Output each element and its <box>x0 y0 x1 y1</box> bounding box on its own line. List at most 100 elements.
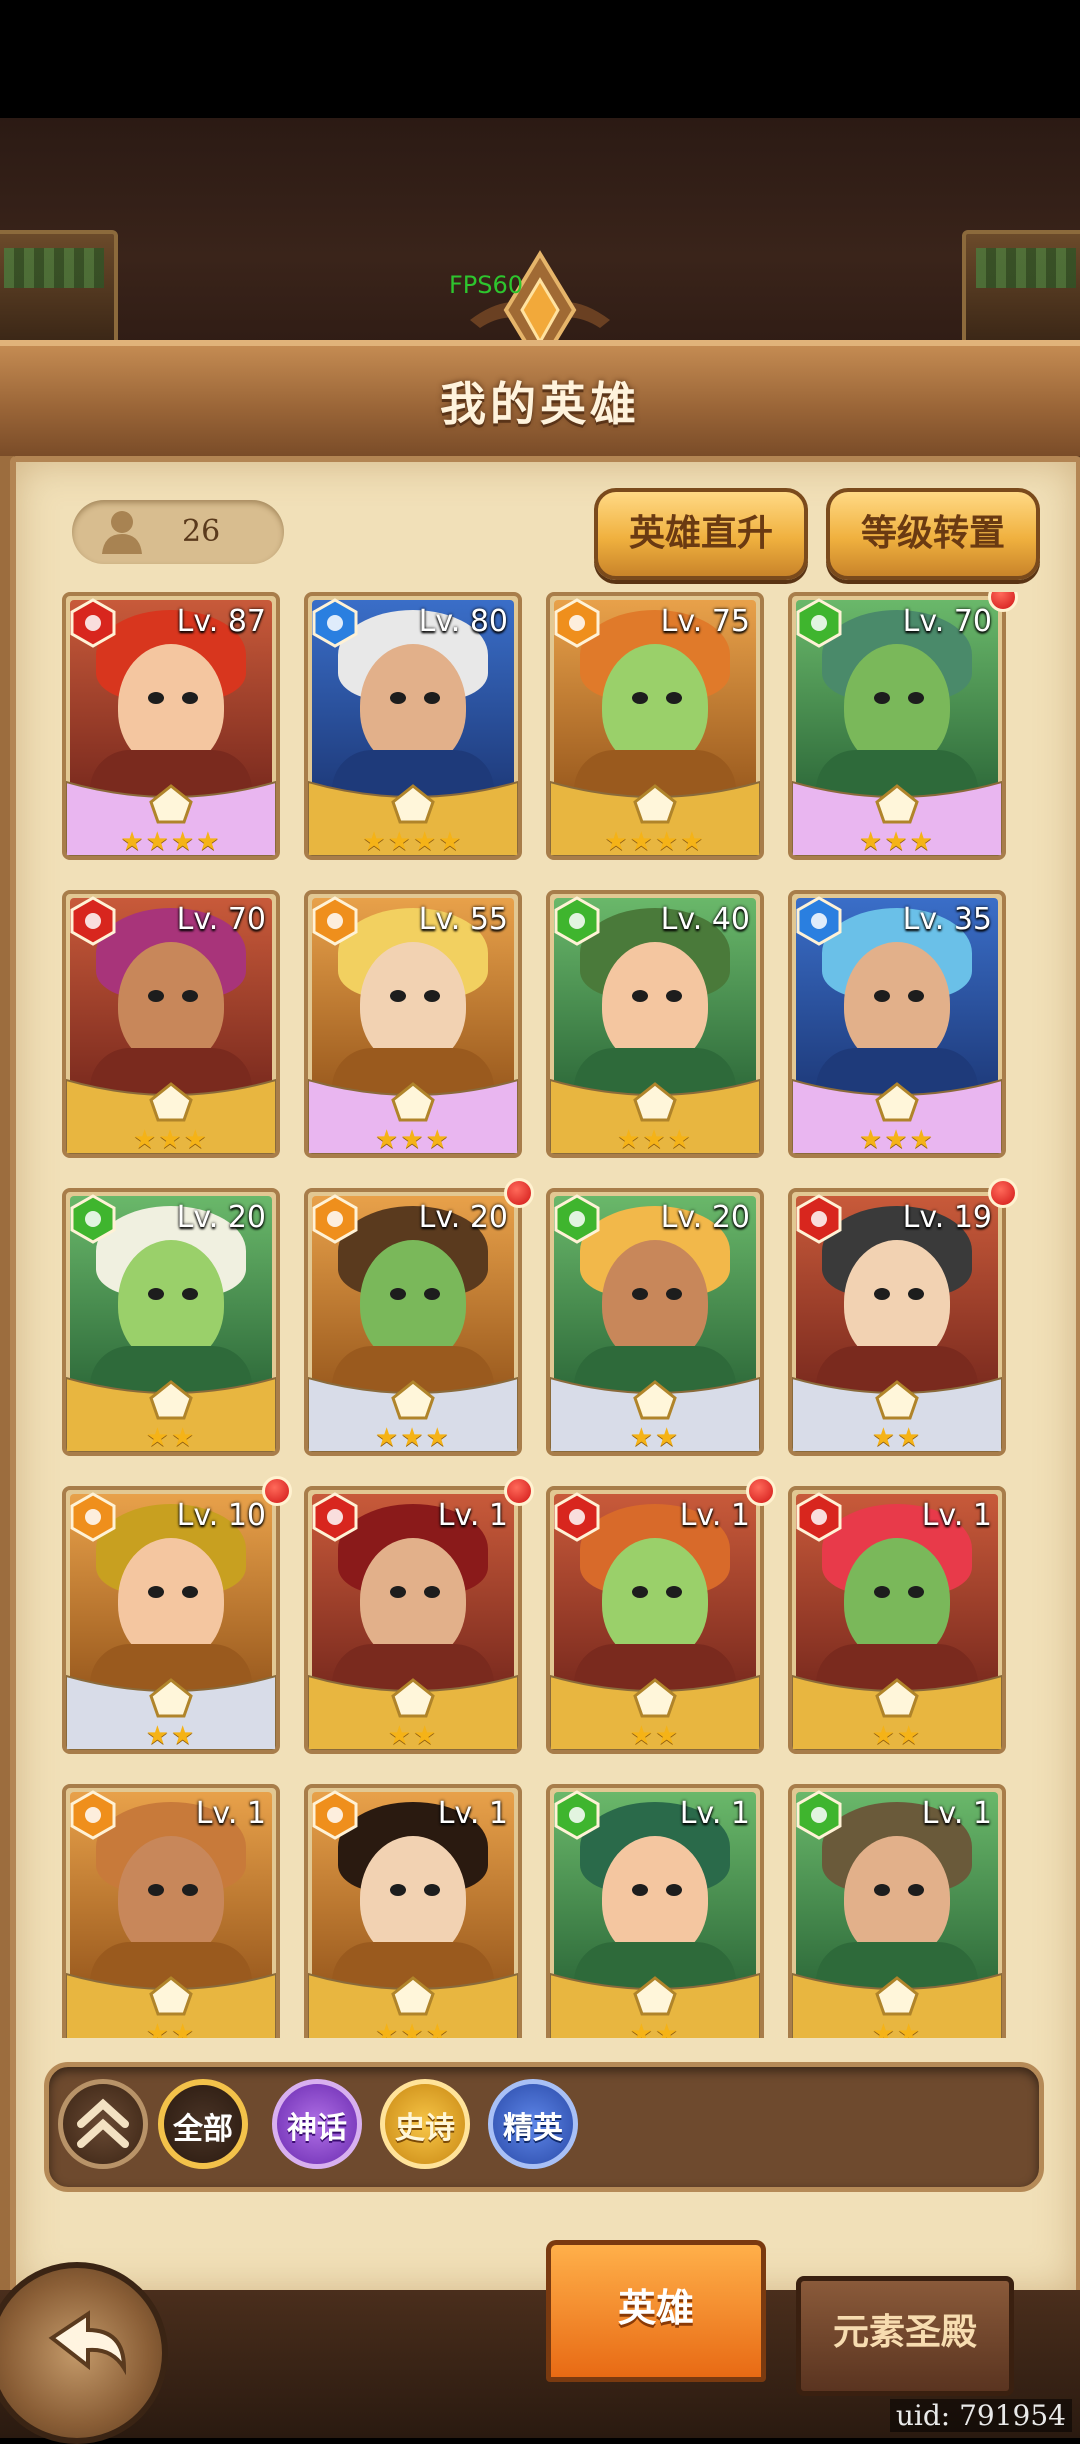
hero-card[interactable]: ★★ Lv. 10 <box>62 1486 280 1754</box>
back-button[interactable] <box>0 2262 168 2444</box>
hero-card[interactable]: ★★ Lv. 19 <box>788 1188 1006 1456</box>
hero-level: Lv. 1 <box>195 1796 266 1831</box>
page-title: 我的英雄 <box>440 377 640 431</box>
hero-level: Lv. 35 <box>902 902 992 937</box>
person-icon <box>102 511 142 554</box>
hero-card[interactable]: ★★★ Lv. 40 <box>546 890 764 1158</box>
tab-heroes[interactable]: 英雄 <box>546 2240 766 2382</box>
hero-stars: ★★ <box>145 2019 197 2038</box>
notification-dot <box>504 1476 534 1506</box>
hero-card[interactable]: ★★★ Lv. 20 <box>304 1188 522 1456</box>
hero-level: Lv. 1 <box>437 1796 508 1831</box>
hero-stars: ★★★★ <box>362 827 464 857</box>
fire-element-icon <box>312 1492 358 1542</box>
level-transfer-button[interactable]: 等级转置 <box>826 488 1040 580</box>
hero-level: Lv. 40 <box>660 902 750 937</box>
hero-level: Lv. 70 <box>902 604 992 639</box>
hero-stars: ★★★ <box>375 1423 451 1453</box>
hero-stars: ★★ <box>871 1423 923 1453</box>
hero-level: Lv. 1 <box>921 1498 992 1533</box>
hero-level: Lv. 55 <box>418 902 508 937</box>
notification-dot <box>746 1476 776 1506</box>
hero-card[interactable]: ★★★ Lv. 70 <box>62 890 280 1158</box>
left-pillar-decoration <box>0 230 118 348</box>
hero-level: Lv. 1 <box>679 1498 750 1533</box>
fire-element-icon <box>796 1492 842 1542</box>
hero-card[interactable]: ★★★★ Lv. 75 <box>546 592 764 860</box>
wind-element-icon <box>796 1790 842 1840</box>
water-element-icon <box>796 896 842 946</box>
hero-level: Lv. 20 <box>660 1200 750 1235</box>
hero-level: Lv. 19 <box>902 1200 992 1235</box>
notification-dot <box>988 1178 1018 1208</box>
hero-card[interactable]: ★★ Lv. 20 <box>62 1188 280 1456</box>
hero-card[interactable]: ★★ Lv. 1 <box>546 1486 764 1754</box>
hero-card[interactable]: ★★★ Lv. 70 <box>788 592 1006 860</box>
hero-card[interactable]: ★★★ Lv. 1 <box>304 1784 522 2038</box>
hero-stars: ★★ <box>145 1423 197 1453</box>
fire-element-icon <box>70 598 116 648</box>
hero-stars: ★★ <box>629 2019 681 2038</box>
hero-card[interactable]: ★★ Lv. 20 <box>546 1188 764 1456</box>
wind-element-icon <box>796 598 842 648</box>
notification-dot <box>262 1476 292 1506</box>
hero-stars: ★★ <box>629 1423 681 1453</box>
hero-card[interactable]: ★★★ Lv. 35 <box>788 890 1006 1158</box>
filter-all-button[interactable]: 全部 <box>158 2079 248 2169</box>
hero-card[interactable]: ★★★★ Lv. 80 <box>304 592 522 860</box>
hero-grid: ★★★★ Lv. 87 ★★★★ Lv. 80 ★★★★ Lv. 75 ★★★ Lv. 70 ★… <box>62 592 1022 2038</box>
hero-level: Lv. 1 <box>437 1498 508 1533</box>
hero-stars: ★★★ <box>133 1125 209 1155</box>
double-chevron-up-icon <box>77 2098 129 2148</box>
hero-upgrade-button[interactable]: 英雄直升 <box>594 488 808 580</box>
title-banner: 我的英雄 <box>0 340 1080 462</box>
filter-epic-button[interactable]: 史诗 <box>380 2079 470 2169</box>
fps-counter: FPS60 <box>449 271 524 299</box>
water-element-icon <box>312 598 358 648</box>
hero-stars: ★★★ <box>617 1125 693 1155</box>
tab-element-temple[interactable]: 元素圣殿 <box>796 2276 1014 2396</box>
hero-card[interactable]: ★★ Lv. 1 <box>62 1784 280 2038</box>
back-arrow-icon <box>48 2310 127 2376</box>
filter-elite-button[interactable]: 精英 <box>488 2079 578 2169</box>
earth-element-icon <box>312 1194 358 1244</box>
hero-card[interactable]: ★★ Lv. 1 <box>546 1784 764 2038</box>
hero-card[interactable]: ★★ Lv. 1 <box>304 1486 522 1754</box>
wind-element-icon <box>554 1790 600 1840</box>
earth-element-icon <box>312 1790 358 1840</box>
hero-card[interactable]: ★★ Lv. 1 <box>788 1784 1006 2038</box>
hero-card[interactable]: ★★★★ Lv. 87 <box>62 592 280 860</box>
hero-count-badge: 26 <box>72 500 284 564</box>
hero-level: Lv. 1 <box>921 1796 992 1831</box>
hero-level: Lv. 70 <box>176 902 266 937</box>
hero-stars: ★★ <box>387 1721 439 1751</box>
status-bar <box>0 0 1080 118</box>
hero-stars: ★★★★ <box>604 827 706 857</box>
hero-level: Lv. 1 <box>679 1796 750 1831</box>
hero-stars: ★★ <box>871 2019 923 2038</box>
hero-level: Lv. 20 <box>418 1200 508 1235</box>
hero-stars: ★★★ <box>375 2019 451 2038</box>
earth-element-icon <box>312 896 358 946</box>
hero-stars: ★★★★ <box>120 827 222 857</box>
hero-level: Lv. 10 <box>176 1498 266 1533</box>
hero-level: Lv. 87 <box>176 604 266 639</box>
fire-element-icon <box>554 1492 600 1542</box>
filter-mythic-button[interactable]: 神话 <box>272 2079 362 2169</box>
right-pillar-decoration <box>962 230 1080 348</box>
earth-element-icon <box>70 1790 116 1840</box>
hero-level: Lv. 75 <box>660 604 750 639</box>
fire-element-icon <box>796 1194 842 1244</box>
hero-card[interactable]: ★★★ Lv. 55 <box>304 890 522 1158</box>
notification-dot <box>504 1178 534 1208</box>
hero-level: Lv. 20 <box>176 1200 266 1235</box>
hero-stars: ★★ <box>871 1721 923 1751</box>
collapse-button[interactable] <box>58 2079 148 2169</box>
wind-element-icon <box>70 1194 116 1244</box>
hero-stars: ★★ <box>629 1721 681 1751</box>
wind-element-icon <box>554 1194 600 1244</box>
hero-card[interactable]: ★★ Lv. 1 <box>788 1486 1006 1754</box>
user-id-label: uid: 791954 <box>889 2399 1072 2432</box>
wind-element-icon <box>554 896 600 946</box>
hero-stars: ★★★ <box>859 827 935 857</box>
